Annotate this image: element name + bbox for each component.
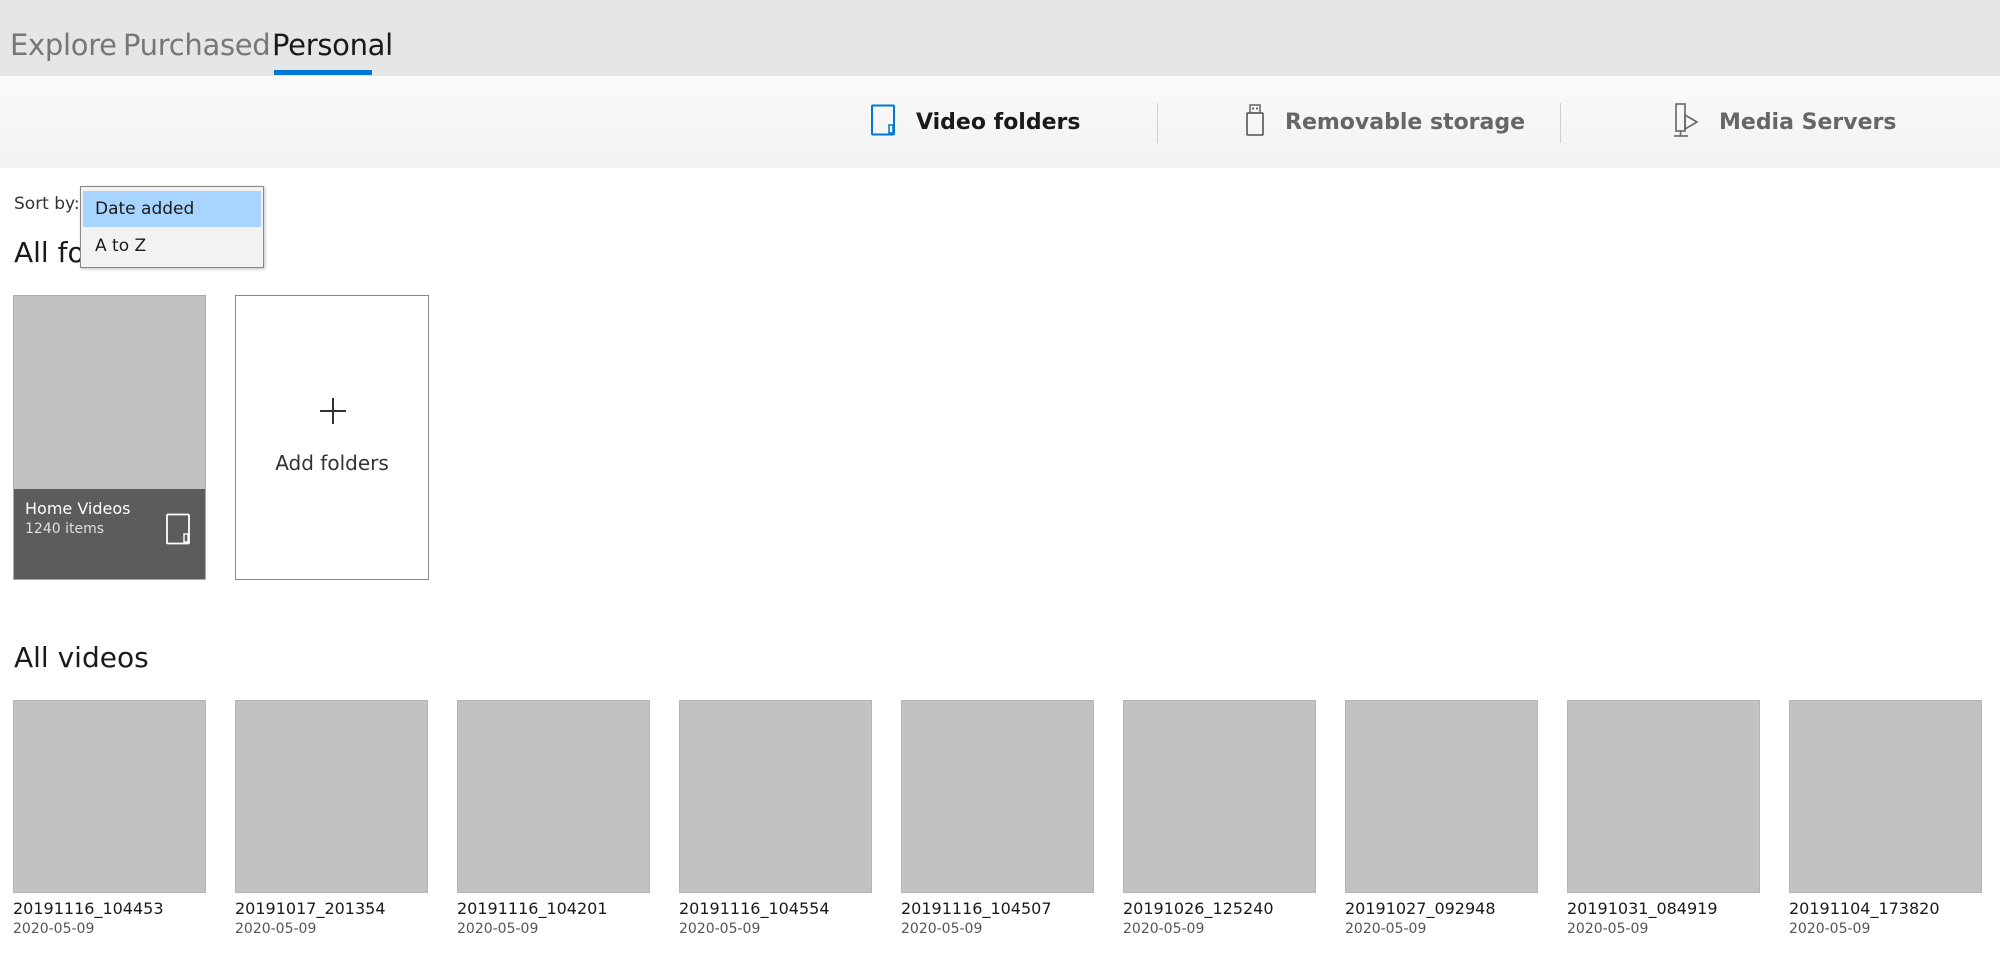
video-thumbnail	[1789, 700, 1982, 893]
video-thumbnail	[235, 700, 428, 893]
media-servers-label: Media Servers	[1719, 109, 1897, 135]
folder-info-overlay: Home Videos 1240 items	[14, 489, 205, 579]
tab-purchased[interactable]: Purchased	[123, 28, 271, 62]
video-tile[interactable]: 20191104_173820 2020-05-09	[1789, 700, 1983, 937]
video-folders-label: Video folders	[916, 109, 1081, 135]
folder-count: 1240 items	[25, 521, 105, 537]
folder-name: Home Videos	[25, 499, 131, 518]
video-date: 2020-05-09	[1567, 921, 1649, 937]
source-divider	[1157, 103, 1158, 143]
tablet-icon	[165, 513, 191, 549]
sort-dropdown: Date added A to Z	[80, 186, 264, 268]
folder-tile-home-videos[interactable]: Home Videos 1240 items	[13, 295, 206, 580]
video-thumbnail	[1567, 700, 1760, 893]
removable-storage-label: Removable storage	[1285, 109, 1526, 135]
video-thumbnail	[457, 700, 650, 893]
video-name: 20191116_104453	[13, 899, 164, 918]
video-name: 20191104_173820	[1789, 899, 1940, 918]
video-tile[interactable]: 20191116_104201 2020-05-09	[457, 700, 651, 937]
source-divider	[1560, 103, 1561, 143]
video-name: 20191027_092948	[1345, 899, 1496, 918]
usb-drive-icon	[1245, 103, 1265, 141]
video-name: 20191026_125240	[1123, 899, 1274, 918]
videos-section-title: All videos	[14, 641, 149, 674]
video-name: 20191116_104554	[679, 899, 830, 918]
top-nav: Explore Purchased Personal	[0, 0, 2000, 76]
video-tile[interactable]: 20191026_125240 2020-05-09	[1123, 700, 1317, 937]
video-thumbnail	[679, 700, 872, 893]
video-tile[interactable]: 20191116_104507 2020-05-09	[901, 700, 1095, 937]
video-date: 2020-05-09	[235, 921, 317, 937]
video-tile[interactable]: 20191017_201354 2020-05-09	[235, 700, 429, 937]
video-date: 2020-05-09	[13, 921, 95, 937]
tablet-icon	[870, 104, 896, 140]
video-date: 2020-05-09	[1345, 921, 1427, 937]
video-thumbnail	[1123, 700, 1316, 893]
video-thumbnail	[901, 700, 1094, 893]
tab-personal[interactable]: Personal	[272, 28, 393, 62]
media-servers-button[interactable]: Media Servers	[1673, 76, 1896, 168]
video-folders-button[interactable]: Video folders	[870, 76, 1080, 168]
tab-explore[interactable]: Explore	[10, 28, 117, 62]
video-tile[interactable]: 20191116_104554 2020-05-09	[679, 700, 873, 937]
media-server-icon	[1673, 102, 1699, 142]
video-name: 20191116_104507	[901, 899, 1052, 918]
sort-label: Sort by:	[14, 194, 80, 214]
video-tile[interactable]: 20191031_084919 2020-05-09	[1567, 700, 1761, 937]
video-tile[interactable]: 20191027_092948 2020-05-09	[1345, 700, 1539, 937]
video-date: 2020-05-09	[1789, 921, 1871, 937]
video-date: 2020-05-09	[679, 921, 761, 937]
plus-icon	[318, 396, 348, 430]
video-date: 2020-05-09	[1123, 921, 1205, 937]
source-bar: Video folders Removable storage Media Se…	[0, 76, 2000, 168]
active-tab-indicator	[274, 70, 372, 75]
folders-section-title: All fo	[14, 236, 85, 269]
video-date: 2020-05-09	[901, 921, 983, 937]
video-date: 2020-05-09	[457, 921, 539, 937]
removable-storage-button[interactable]: Removable storage	[1245, 76, 1525, 168]
video-name: 20191031_084919	[1567, 899, 1718, 918]
sort-option-date-added[interactable]: Date added	[83, 191, 261, 227]
sort-option-a-to-z[interactable]: A to Z	[83, 228, 261, 264]
add-folders-button[interactable]: Add folders	[235, 295, 429, 580]
video-tile[interactable]: 20191116_104453 2020-05-09	[13, 700, 207, 937]
add-folders-label: Add folders	[275, 451, 389, 475]
video-name: 20191017_201354	[235, 899, 386, 918]
video-name: 20191116_104201	[457, 899, 608, 918]
video-thumbnail	[13, 700, 206, 893]
video-thumbnail	[1345, 700, 1538, 893]
